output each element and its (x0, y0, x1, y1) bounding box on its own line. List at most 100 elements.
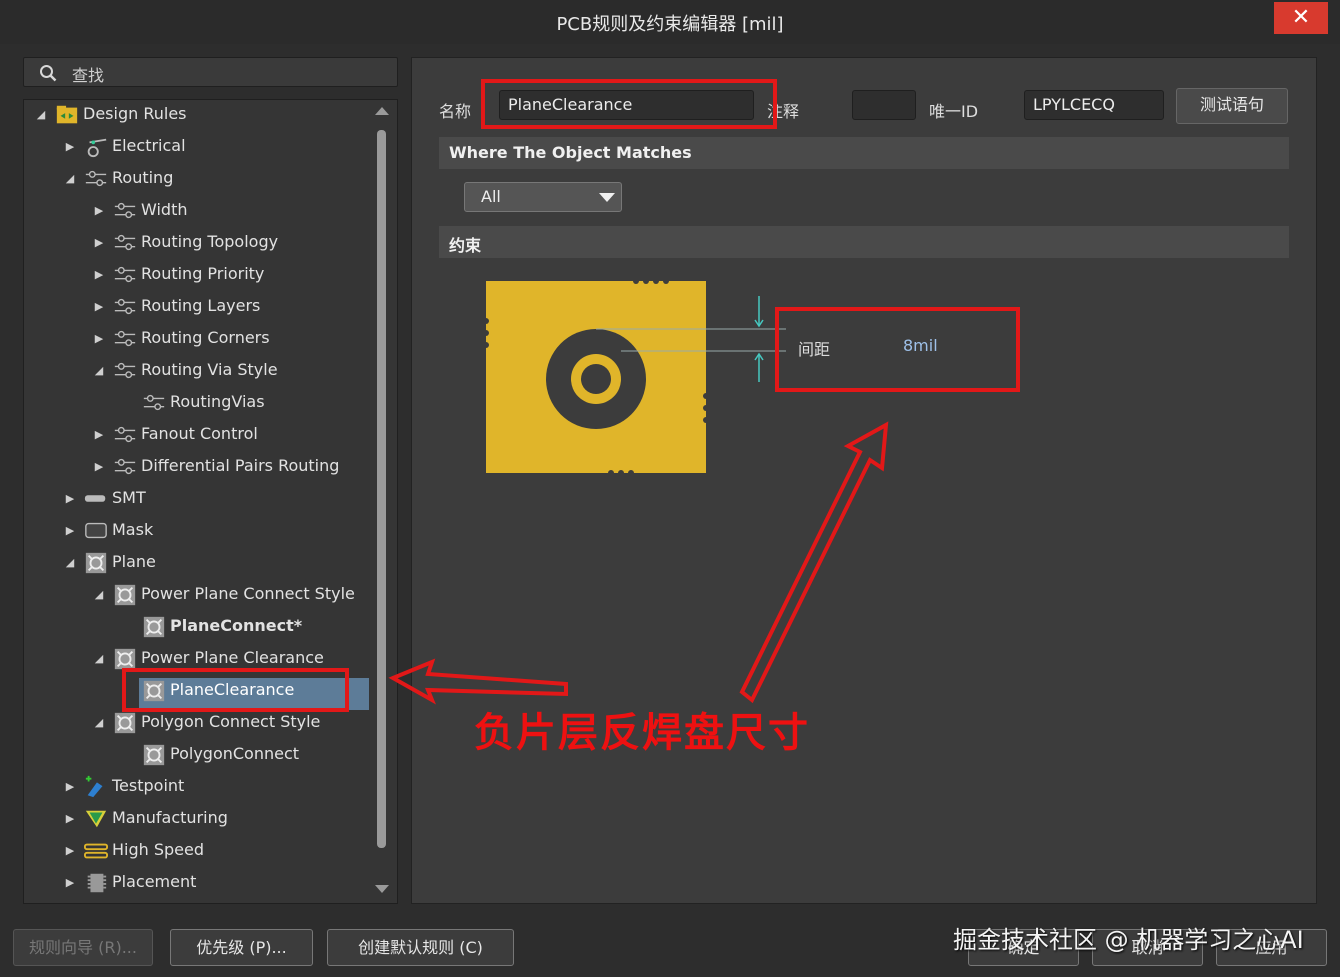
uid-field[interactable]: LPYLCECQ (1024, 90, 1164, 120)
tree-item[interactable]: ◢ Routing Via Style (24, 356, 369, 386)
routing-icon (85, 170, 107, 187)
tree-item[interactable]: ▶ SMT (24, 484, 369, 514)
search-input[interactable]: 查找 (23, 57, 398, 87)
close-button[interactable]: ✕ (1274, 2, 1328, 34)
uid-label: 唯一ID (929, 102, 979, 121)
rule-wizard-button[interactable]: 规则向导 (R)... (13, 929, 153, 966)
collapse-arrow-icon[interactable]: ◢ (63, 164, 77, 194)
routing-icon (114, 298, 136, 315)
match-dropdown[interactable]: All (464, 182, 622, 212)
electrical-icon (87, 138, 107, 158)
name-label: 名称 (439, 102, 472, 121)
tree-item[interactable]: PlaneConnect* (24, 612, 369, 642)
tree-item-label: Fanout Control (141, 424, 258, 443)
tree-item-label: Design Rules (83, 104, 187, 123)
search-icon (40, 65, 57, 82)
expand-arrow-icon[interactable]: ▶ (92, 420, 106, 450)
expand-arrow-icon[interactable]: ▶ (63, 836, 77, 866)
tree-item[interactable]: ▶ Fanout Control (24, 420, 369, 450)
routing-icon (114, 234, 136, 251)
tree-item[interactable]: RoutingVias (24, 388, 369, 418)
tree-item-label: Power Plane Clearance (141, 648, 324, 667)
collapse-arrow-icon[interactable]: ◢ (92, 644, 106, 674)
collapse-arrow-icon[interactable]: ◢ (92, 580, 106, 610)
scroll-down-arrow[interactable] (375, 885, 389, 893)
tree-item[interactable]: ◢ Power Plane Connect Style (24, 580, 369, 610)
tree-item[interactable]: ▶ Routing Topology (24, 228, 369, 258)
tree-item[interactable]: ▶ Width (24, 196, 369, 226)
tree-scrollbar-thumb[interactable] (377, 130, 386, 848)
expand-arrow-icon[interactable]: ▶ (92, 260, 106, 290)
rule-tree[interactable]: ◢ Design Rules ▶ Electrical ◢ Routing ▶ Width ▶ R… (23, 99, 398, 904)
priorities-button[interactable]: 优先级 (P)... (170, 929, 313, 966)
clearance-highlight-box (775, 307, 1020, 392)
test-query-button[interactable]: 测试语句 (1176, 88, 1288, 124)
annotation-caption: 负片层反焊盘尺寸 (474, 710, 810, 756)
expand-arrow-icon[interactable]: ▶ (63, 484, 77, 514)
match-dropdown-value: All (481, 187, 501, 206)
tree-item-label: Routing Via Style (141, 360, 278, 379)
expand-arrow-icon[interactable]: ▶ (92, 196, 106, 226)
tree-item[interactable]: ▶ Routing Corners (24, 324, 369, 354)
expand-arrow-icon[interactable]: ▶ (92, 292, 106, 322)
tree-item[interactable]: ◢ Plane (24, 548, 369, 578)
comment-field[interactable] (852, 90, 916, 120)
tree-item-label: PolygonConnect (170, 744, 300, 763)
where-section-header: Where The Object Matches (439, 137, 1289, 169)
mask-icon (85, 522, 107, 539)
tree-item[interactable]: ▶ Routing Priority (24, 260, 369, 290)
routing-icon (114, 426, 136, 443)
routing-icon (114, 362, 136, 379)
dimension-arrows (754, 296, 764, 382)
tree-item[interactable]: ▶ Testpoint (24, 772, 369, 802)
routing-icon (143, 394, 165, 411)
tree-item[interactable]: ◢ Routing (24, 164, 369, 194)
collapse-arrow-icon[interactable]: ◢ (63, 548, 77, 578)
tree-item[interactable]: ▶ Routing Layers (24, 292, 369, 322)
smt-icon (84, 495, 106, 502)
plane-icon (143, 616, 165, 638)
create-default-rules-button[interactable]: 创建默认规则 (C) (327, 929, 514, 966)
expand-arrow-icon[interactable]: ▶ (92, 452, 106, 482)
tree-item[interactable]: ▶ Differential Pairs Routing (24, 452, 369, 482)
tree-item-label: Power Plane Connect Style (141, 584, 355, 603)
tree-item-label: Routing Corners (141, 328, 270, 347)
collapse-arrow-icon[interactable]: ◢ (92, 708, 106, 738)
collapse-arrow-icon[interactable]: ◢ (34, 100, 48, 130)
scroll-up-arrow[interactable] (375, 107, 389, 115)
tree-item[interactable]: ▶ High Speed (24, 836, 369, 866)
high-speed-icon (84, 843, 108, 859)
plane-icon (114, 584, 136, 606)
tree-item-label: Width (141, 200, 188, 219)
expand-arrow-icon[interactable]: ▶ (63, 516, 77, 546)
routing-icon (114, 458, 136, 475)
plane-clearance-diagram (486, 281, 786, 476)
tree-item[interactable]: ◢ Design Rules (24, 100, 369, 130)
tree-item-label: Mask (112, 520, 154, 539)
collapse-arrow-icon[interactable]: ◢ (92, 356, 106, 386)
watermark: 掘金技术社区 @ 机器学习之心AI (953, 926, 1304, 954)
tree-item-label: Routing Priority (141, 264, 265, 283)
tree-item[interactable]: ▶ Electrical (24, 132, 369, 162)
window-title: PCB规则及约束编辑器 [mil] (556, 14, 784, 35)
routing-icon (114, 330, 136, 347)
expand-arrow-icon[interactable]: ▶ (63, 132, 77, 162)
tree-item-label: Routing Topology (141, 232, 279, 251)
tree-item[interactable]: ▶ Placement (24, 868, 369, 898)
tree-item-label: Plane (112, 552, 156, 571)
tree-item[interactable]: ▶ Manufacturing (24, 804, 369, 834)
tree-item[interactable]: ▶ Mask (24, 516, 369, 546)
expand-arrow-icon[interactable]: ▶ (63, 772, 77, 802)
tree-item[interactable]: PolygonConnect (24, 740, 369, 770)
tree-item-label: SMT (112, 488, 146, 507)
tree-item-label: Routing (112, 168, 174, 187)
tree-item[interactable]: ◢ Polygon Connect Style (24, 708, 369, 738)
expand-arrow-icon[interactable]: ▶ (63, 868, 77, 898)
expand-arrow-icon[interactable]: ▶ (63, 804, 77, 834)
expand-arrow-icon[interactable]: ▶ (92, 228, 106, 258)
tree-item-label: High Speed (112, 840, 205, 859)
expand-arrow-icon[interactable]: ▶ (92, 324, 106, 354)
manufacturing-icon (85, 810, 107, 828)
title-bar: PCB规则及约束编辑器 [mil] ✕ (0, 0, 1340, 44)
tree-item-label: Routing Layers (141, 296, 261, 315)
